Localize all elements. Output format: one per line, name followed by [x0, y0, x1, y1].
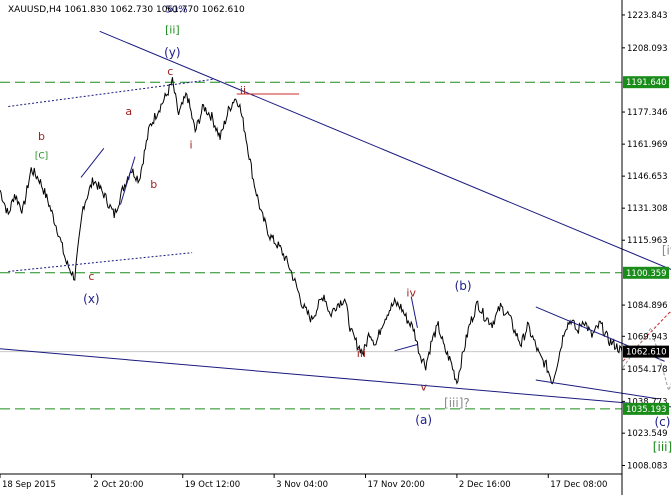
- price-tick-label: 1131.308: [627, 204, 668, 214]
- time-tick-label: 17 Nov 20:00: [368, 480, 425, 490]
- time-tick-label: 2 Oct 20:00: [93, 480, 143, 490]
- wave-label: [C]: [35, 152, 48, 162]
- time-tick-label: 2 Dec 16:00: [459, 480, 511, 490]
- wave-label: iv: [406, 287, 416, 300]
- wave-label: c: [167, 65, 173, 78]
- price-chart[interactable]: b[C]ab50%[ii](y)ciiic(x) iviiiv(a)[iii]?(…: [0, 0, 671, 495]
- wave-label: c: [88, 270, 94, 283]
- wave-label: (a): [415, 413, 432, 427]
- price-tick-label: 1023.549: [627, 429, 668, 439]
- wave-label: (x): [83, 292, 99, 306]
- time-tick-label: 3 Nov 04:00: [276, 480, 328, 490]
- chart-title: XAUUSD,H4 1061.830 1062.730 1061.770 106…: [8, 5, 245, 15]
- level-price-tag-label: 1191.640: [626, 78, 667, 88]
- wave-label: [iii]?: [444, 396, 470, 410]
- price-tick-label: 1161.969: [627, 140, 668, 150]
- wave-label: iii: [357, 347, 366, 360]
- wave-label: (b): [455, 279, 472, 293]
- level-price-tag-label: 1035.193: [626, 405, 667, 415]
- wave-label: b: [38, 130, 45, 143]
- price-tick-label: 1069.943: [627, 332, 668, 342]
- wave-label: [ii]: [165, 23, 180, 36]
- wave-label: (y): [164, 45, 180, 59]
- price-tick-label: 1084.896: [627, 301, 668, 311]
- wave-label: (c): [655, 415, 671, 429]
- chart-background: [0, 0, 671, 495]
- wave-label: i: [190, 138, 193, 151]
- wave-label: a: [125, 105, 132, 118]
- price-tick-label: 1223.843: [627, 11, 668, 21]
- price-tick-label: 1008.083: [627, 461, 668, 471]
- wave-label: ii: [240, 84, 246, 97]
- price-tick-label: 1054.178: [627, 365, 668, 375]
- price-tick-label: 1146.653: [627, 172, 668, 182]
- time-tick-label: 19 Oct 12:00: [185, 480, 240, 490]
- price-tick-label: 1177.346: [627, 108, 668, 118]
- time-tick-label: 17 Dec 08:00: [550, 480, 607, 490]
- time-tick-label: 18 Sep 2015: [2, 480, 56, 490]
- current-price-tag-label: 1062.610: [626, 348, 667, 358]
- wave-label: [iii]: [653, 440, 671, 454]
- wave-label: v: [420, 380, 427, 393]
- price-tick-label: 1208.093: [627, 44, 668, 54]
- level-price-tag-label: 1100.359: [626, 269, 667, 279]
- wave-label: b: [150, 178, 157, 191]
- price-tick-label: 1115.963: [627, 236, 668, 246]
